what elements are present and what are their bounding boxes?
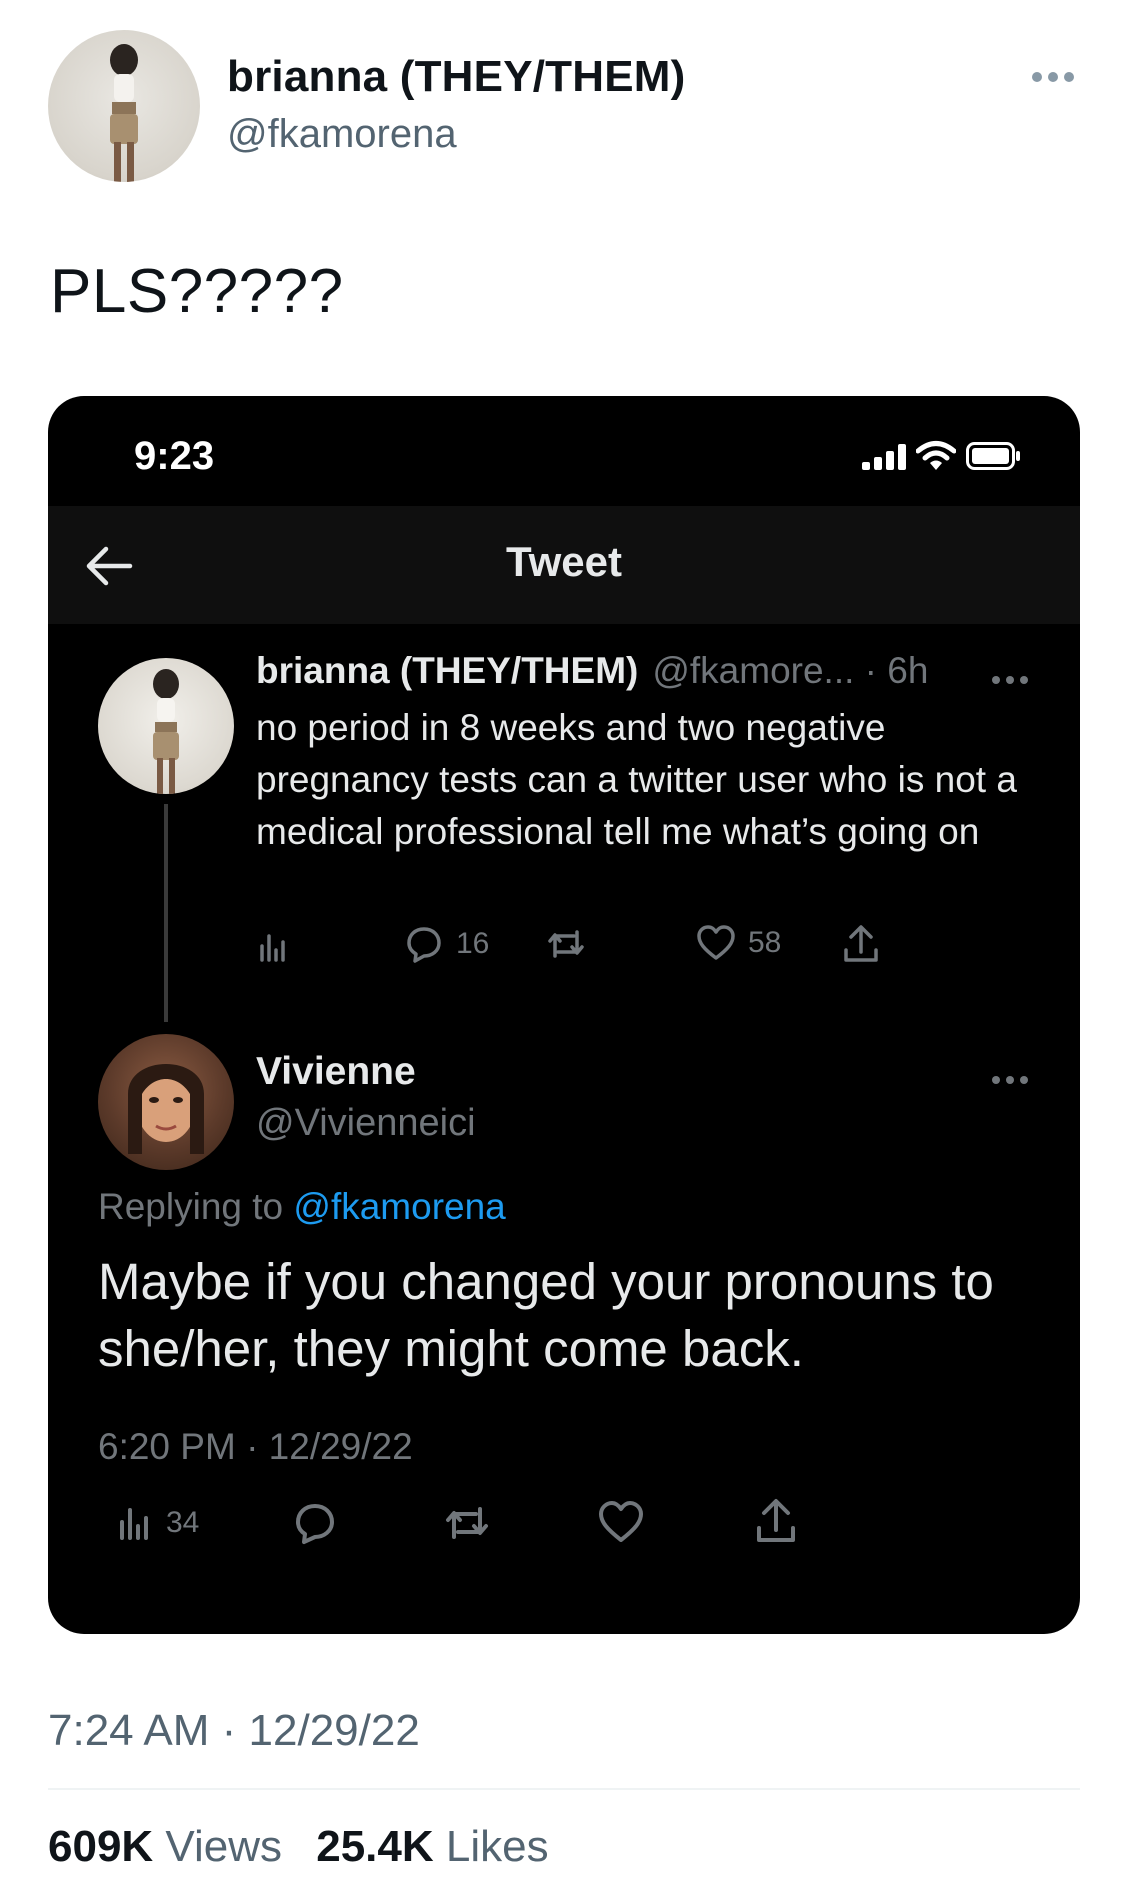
parent-author-name[interactable]: brianna (THEY/THEM) <box>256 650 638 691</box>
share-icon <box>844 925 878 962</box>
parent-header: brianna (THEY/THEM) @fkamore... · 6h <box>256 650 928 692</box>
retweet-button[interactable] <box>546 926 586 962</box>
reply-icon <box>407 927 441 963</box>
share-button[interactable] <box>754 1498 798 1544</box>
reply-button[interactable]: 16 <box>404 924 489 964</box>
analytics-button[interactable]: 34 <box>116 1504 199 1542</box>
status-time: 9:23 <box>134 434 215 478</box>
reply-author-name[interactable]: Vivienne <box>256 1050 416 1094</box>
parent-avatar[interactable] <box>98 658 234 794</box>
tweet-text: PLS????? <box>50 257 344 326</box>
parent-handle-time: @fkamore... · 6h <box>652 650 929 691</box>
view-count: 34 <box>166 1506 200 1539</box>
nav-title: Tweet <box>506 538 622 585</box>
views-count: 609K <box>48 1822 154 1871</box>
author-name[interactable]: brianna (THEY/THEM) <box>227 52 685 102</box>
parent-tweet-text: no period in 8 weeks and two negative pr… <box>256 707 1017 852</box>
reply-button[interactable] <box>292 1500 338 1546</box>
avatar-figure-icon <box>110 44 138 182</box>
replying-mention-link[interactable]: @fkamorena <box>293 1186 505 1227</box>
share-icon <box>757 1499 795 1542</box>
reply-count: 16 <box>456 927 490 960</box>
reply-tweet-text: Maybe if you changed your pronouns to sh… <box>98 1253 994 1377</box>
more-icon[interactable] <box>1030 70 1076 84</box>
more-icon[interactable] <box>990 1074 1030 1086</box>
likes-count: 25.4K <box>316 1822 434 1871</box>
analytics-button[interactable] <box>256 930 290 964</box>
author-handle[interactable]: @fkamorena <box>227 112 457 157</box>
reply-author-handle[interactable]: @Vivienneici <box>256 1102 476 1145</box>
like-button[interactable] <box>598 1500 644 1544</box>
reply-action-bar: 34 <box>98 1496 1048 1556</box>
avatar-face-icon <box>128 1064 204 1154</box>
battery-icon <box>966 442 1020 470</box>
analytics-icon <box>260 934 285 962</box>
tweet-timestamp[interactable]: 7:24 AM · 12/29/22 <box>48 1706 420 1756</box>
like-icon <box>697 925 735 960</box>
signal-icon <box>862 444 906 470</box>
retweet-icon <box>548 930 584 958</box>
wifi-icon <box>916 441 956 470</box>
likes-label: Likes <box>445 1822 549 1871</box>
tweet-stats: 609K Views 25.4K Likes <box>48 1822 549 1872</box>
like-icon <box>599 1501 643 1542</box>
views-label: Views <box>165 1822 282 1871</box>
parent-action-bar: 16 58 <box>256 924 1056 980</box>
share-button[interactable] <box>842 924 880 964</box>
likes-stat[interactable]: 25.4K Likes <box>316 1822 548 1871</box>
author-avatar[interactable] <box>48 30 200 182</box>
like-count: 58 <box>748 926 782 959</box>
reply-icon <box>296 1504 334 1544</box>
retweet-button[interactable] <box>444 1502 490 1544</box>
reply-avatar[interactable] <box>98 1034 234 1170</box>
divider <box>48 1788 1080 1790</box>
replying-to: Replying to @fkamorena <box>98 1186 506 1228</box>
views-stat[interactable]: 609K Views <box>48 1822 282 1871</box>
reply-timestamp[interactable]: 6:20 PM · 12/29/22 <box>98 1426 413 1468</box>
thread-connector <box>164 804 168 1022</box>
analytics-icon <box>120 1508 148 1540</box>
avatar-figure-icon <box>153 669 179 794</box>
more-icon[interactable] <box>990 674 1030 686</box>
replying-prefix: Replying to <box>98 1186 284 1227</box>
retweet-icon <box>446 1507 488 1539</box>
like-button[interactable]: 58 <box>696 924 781 962</box>
nav-bar: Tweet <box>48 506 1080 624</box>
embedded-screenshot[interactable]: 9:23 Tweet brianna (THEY/THEM) @fkamore.… <box>48 396 1080 1634</box>
